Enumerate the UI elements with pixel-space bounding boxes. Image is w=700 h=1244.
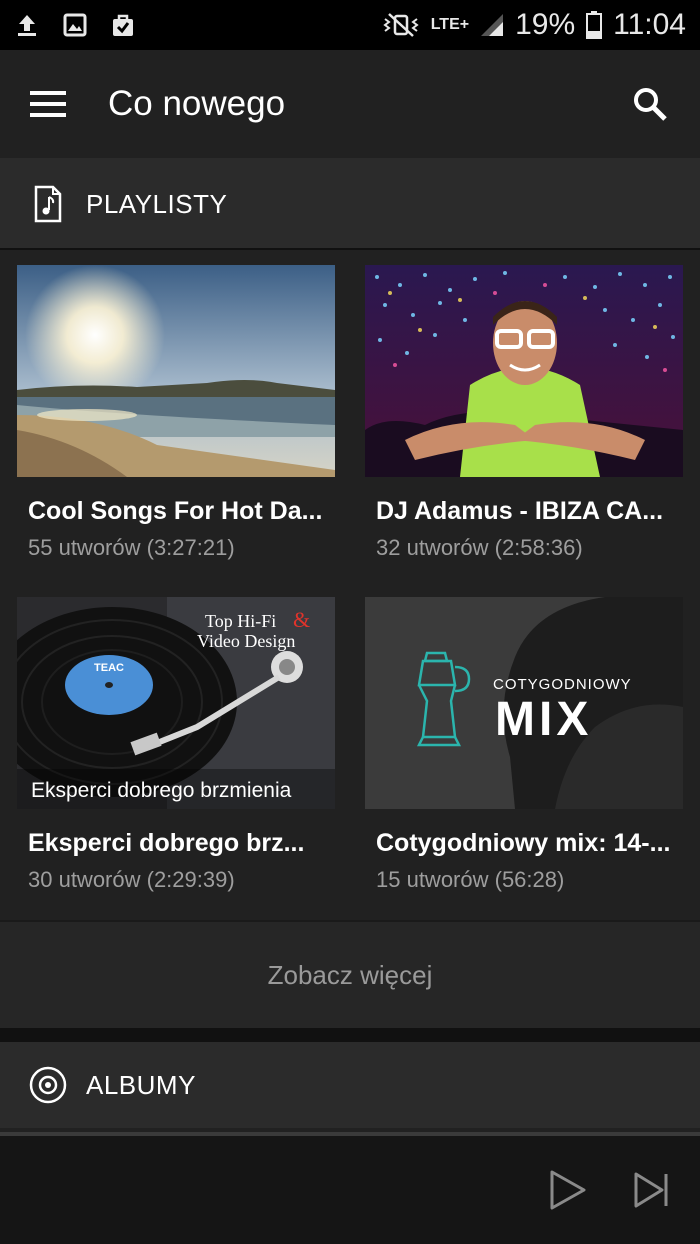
hamburger-menu-icon [30, 91, 66, 117]
page-title: Co nowego [108, 84, 286, 123]
playlist-subtitle: 15 utworów (56:28) [376, 867, 565, 892]
album-disc-icon [29, 1066, 67, 1104]
playlist-title: Cool Songs For Hot Da... [28, 497, 323, 525]
playlist-subtitle: 32 utworów (2:58:36) [376, 535, 583, 560]
playlist-title: Eksperci dobrego brz... [28, 829, 305, 857]
play-button[interactable] [540, 1164, 592, 1216]
playlist-cover-turntable: TEAC Top Hi-Fi & Video Design Eksperci d… [17, 597, 335, 809]
image-icon [62, 12, 88, 38]
playlist-subtitle: 30 utworów (2:29:39) [28, 867, 235, 892]
section-gap [0, 1028, 700, 1042]
cover-brand-line1: Top Hi-Fi [205, 611, 276, 631]
playlist-title: DJ Adamus - IBIZA CA... [376, 497, 664, 525]
playlists-section-header[interactable]: PLAYLISTY [0, 158, 700, 250]
playlist-title: Cotygodniowy mix: 14-... [376, 829, 671, 857]
see-more-button[interactable]: Zobacz więcej [0, 920, 700, 1028]
skip-next-icon [634, 1172, 668, 1208]
app-toolbar: Co nowego [0, 50, 700, 158]
vibrate-mute-icon [381, 12, 421, 38]
playlist-subtitle: 55 utworów (3:27:21) [28, 535, 235, 560]
cover-brand-ampersand: & [293, 607, 310, 632]
skip-next-button[interactable] [626, 1164, 678, 1216]
playlists-section-label: PLAYLISTY [86, 188, 228, 219]
record-label-text: TEAC [94, 662, 124, 674]
cover-caption: Eksperci dobrego brzmienia [31, 779, 292, 802]
upload-icon [14, 12, 40, 38]
playlist-cover-beach [17, 265, 335, 477]
battery-percent: 19% [515, 8, 576, 41]
network-type: LTE+ [430, 16, 470, 33]
playlist-card[interactable]: DJ Adamus - IBIZA CA... 32 utworów (2:58… [365, 265, 683, 561]
playlist-grid: Cool Songs For Hot Da... 55 utworów (3:2… [0, 250, 700, 918]
albums-section-label: ALBUMY [86, 1069, 196, 1100]
albums-section-header[interactable]: ALBUMY [0, 1042, 700, 1128]
menu-button[interactable] [0, 50, 96, 158]
play-icon [550, 1170, 586, 1210]
shopping-bag-icon [110, 12, 136, 38]
battery-icon [585, 11, 603, 39]
cover-mix-title: MIX [495, 693, 592, 746]
music-file-icon [34, 185, 62, 223]
playlist-card[interactable]: TEAC Top Hi-Fi & Video Design Eksperci d… [17, 597, 335, 893]
playlist-card[interactable]: COTYGODNIOWY MIX Cotygodniowy mix: 14-..… [365, 597, 683, 893]
playlist-cover-weekly-mix: COTYGODNIOWY MIX [365, 597, 683, 809]
signal-icon [479, 12, 505, 38]
cover-mix-subtitle: COTYGODNIOWY [493, 676, 632, 693]
clock: 11:04 [613, 8, 686, 41]
cover-brand-line2: Video Design [197, 631, 295, 651]
search-icon [634, 88, 667, 121]
playlist-card[interactable]: Cool Songs For Hot Da... 55 utworów (3:2… [17, 265, 335, 561]
search-button[interactable] [600, 50, 700, 158]
mini-player [0, 1132, 700, 1244]
app-screen: LTE+ 19% 11:04 Co nowego PLAYLISTY Cool … [0, 0, 700, 1244]
playlist-cover-dj [365, 265, 683, 477]
status-bar: LTE+ 19% 11:04 [0, 0, 700, 50]
